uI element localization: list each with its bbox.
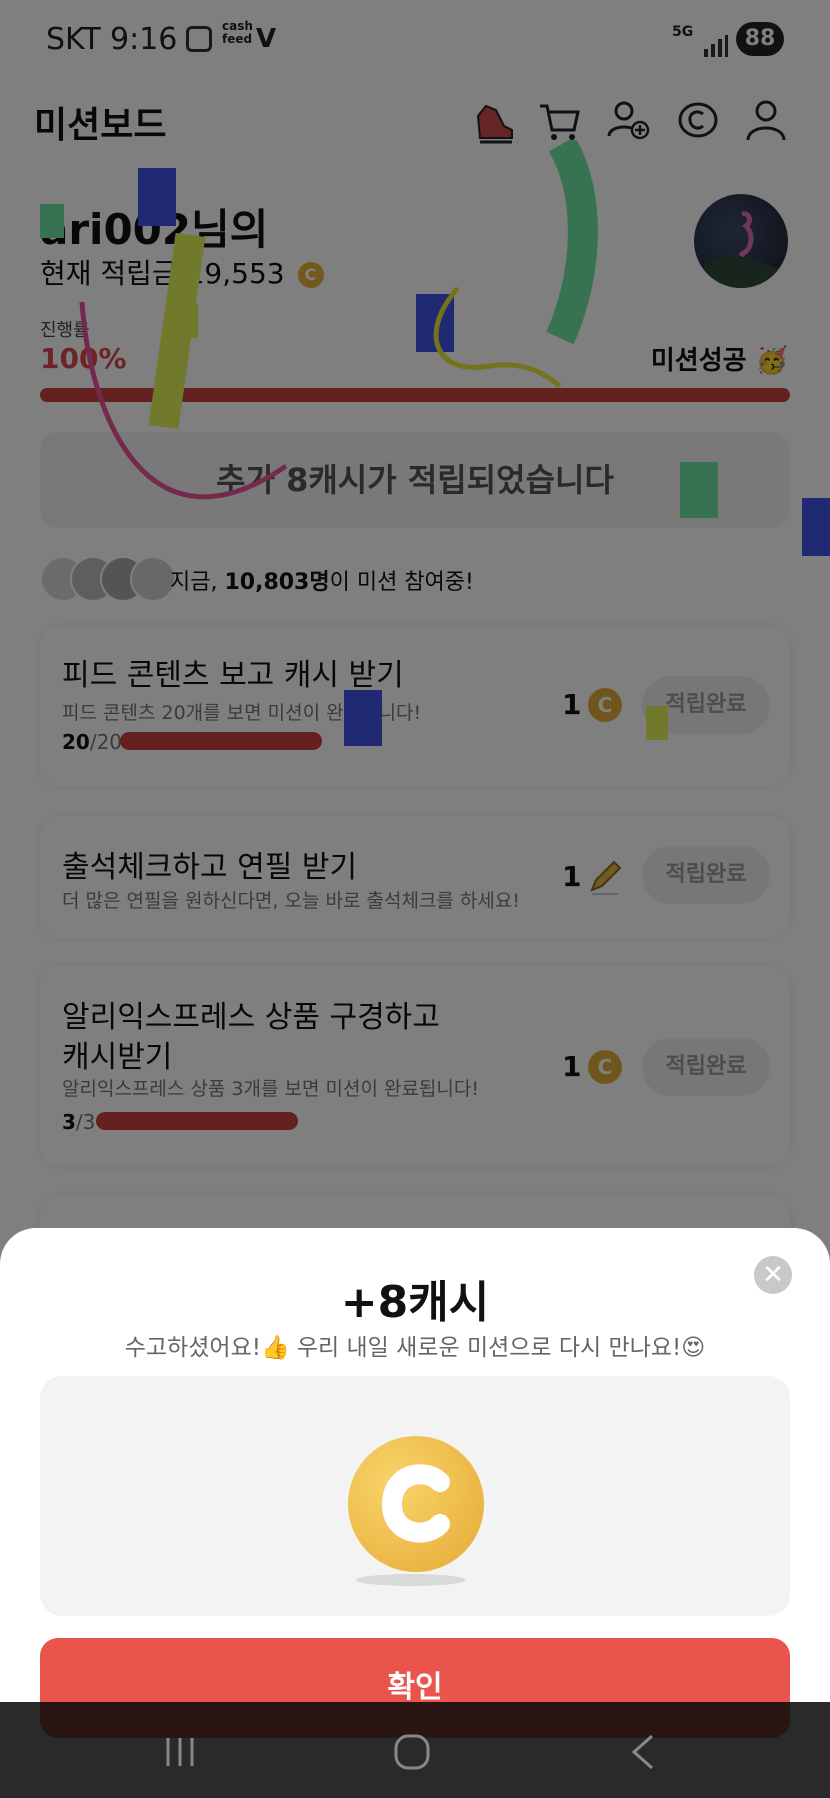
coin-icon — [348, 1436, 484, 1572]
home-icon[interactable] — [392, 1732, 432, 1772]
back-icon[interactable] — [624, 1732, 664, 1772]
coin-illustration-box — [40, 1376, 790, 1616]
recent-apps-icon[interactable] — [160, 1732, 200, 1772]
mission-board-screen: { "status_bar": { "carrier": "SKT", "tim… — [0, 0, 830, 1798]
reward-title: +8캐시 — [340, 1277, 490, 1328]
reward-message: 수고하셨어요!👍 우리 내일 새로운 미션으로 다시 만나요!😍 — [124, 1335, 706, 1361]
system-nav-bar — [0, 1702, 830, 1798]
coin-shadow — [356, 1574, 466, 1586]
